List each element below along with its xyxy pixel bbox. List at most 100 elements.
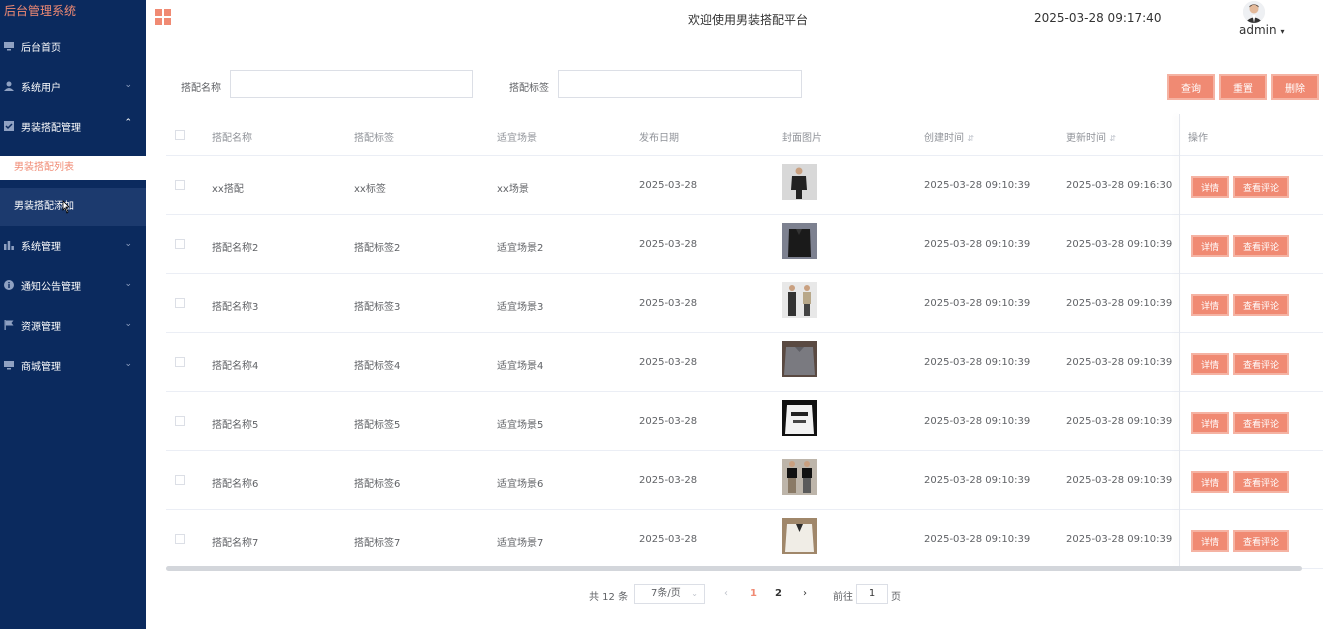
row-checkbox[interactable] <box>175 534 185 544</box>
cell-tag: 搭配标签2 <box>354 243 401 254</box>
submenu-item-outfit-add[interactable]: 男装搭配添加 <box>0 188 146 226</box>
sidebar-item-outfit-management[interactable]: 男装搭配管理 ⌃ <box>0 106 146 146</box>
sidebar-item-mall[interactable]: 商城管理 ⌄ <box>0 345 146 385</box>
detail-button[interactable]: 详情 <box>1191 530 1229 552</box>
cover-image[interactable] <box>782 459 817 495</box>
brand-title: 后台管理系统 <box>4 4 77 18</box>
col-header-cover: 封面图片 <box>782 133 822 144</box>
view-comments-button[interactable]: 查看评论 <box>1233 471 1289 493</box>
flag-icon <box>4 320 14 330</box>
cover-image[interactable] <box>782 282 817 318</box>
fixed-column-divider <box>1179 114 1180 566</box>
sort-icon[interactable]: ⇵ <box>967 134 974 143</box>
row-checkbox[interactable] <box>175 475 185 485</box>
table-row: 搭配名称2 搭配标签2 适宜场景2 2025-03-28 2025-03-28 … <box>166 215 1323 274</box>
tag-filter-label: 搭配标签 <box>509 83 549 94</box>
page-number-1[interactable]: 1 <box>750 588 757 599</box>
table-row: 搭配名称7 搭配标签7 适宜场景7 2025-03-28 2025-03-28 … <box>166 510 1323 569</box>
cover-image[interactable] <box>782 164 817 200</box>
sidebar-item-label: 男装搭配管理 <box>21 122 81 134</box>
sidebar-item-label: 系统管理 <box>21 241 61 253</box>
col-header-scene: 适宜场景 <box>497 133 537 144</box>
detail-button[interactable]: 详情 <box>1191 176 1229 198</box>
row-checkbox[interactable] <box>175 239 185 249</box>
cell-scene: xx场景 <box>497 184 529 195</box>
caret-down-icon: ▾ <box>1280 27 1285 36</box>
chevron-down-icon: ⌄ <box>124 359 132 369</box>
view-comments-button[interactable]: 查看评论 <box>1233 294 1289 316</box>
sidebar-item-notices[interactable]: 通知公告管理 ⌄ <box>0 265 146 305</box>
view-comments-button[interactable]: 查看评论 <box>1233 235 1289 257</box>
cell-name: 搭配名称5 <box>212 420 259 431</box>
cover-image[interactable] <box>782 518 817 554</box>
cell-updated: 2025-03-28 09:16:30 <box>1066 180 1173 191</box>
table-row: 搭配名称4 搭配标签4 适宜场景4 2025-03-28 2025-03-28 … <box>166 333 1323 392</box>
page-size-select[interactable]: 7条/页 ⌄ <box>634 584 705 604</box>
cell-name: 搭配名称2 <box>212 243 259 254</box>
reset-button[interactable]: 重置 <box>1219 74 1267 100</box>
view-comments-button[interactable]: 查看评论 <box>1233 412 1289 434</box>
cell-date: 2025-03-28 <box>639 298 698 309</box>
pagination-total: 共 12 条 <box>589 592 629 603</box>
detail-button[interactable]: 详情 <box>1191 353 1229 375</box>
detail-button[interactable]: 详情 <box>1191 294 1229 316</box>
table-row: 搭配名称3 搭配标签3 适宜场景3 2025-03-28 2025-03-28 … <box>166 274 1323 333</box>
page-number-2[interactable]: 2 <box>775 588 782 599</box>
detail-button[interactable]: 详情 <box>1191 412 1229 434</box>
cell-date: 2025-03-28 <box>639 534 698 545</box>
col-header-date: 发布日期 <box>639 133 679 144</box>
horizontal-scrollbar[interactable] <box>166 566 1302 571</box>
goto-page-input[interactable]: 1 <box>856 584 888 604</box>
cell-updated: 2025-03-28 09:10:39 <box>1066 239 1173 250</box>
submenu-item-outfit-list[interactable]: 男装搭配列表 <box>0 156 146 180</box>
cell-name: 搭配名称6 <box>212 479 259 490</box>
query-button[interactable]: 查询 <box>1167 74 1215 100</box>
cell-created: 2025-03-28 09:10:39 <box>924 416 1031 427</box>
chevron-down-icon: ⌄ <box>124 319 132 329</box>
next-page-icon[interactable]: › <box>803 588 807 599</box>
cover-image[interactable] <box>782 400 817 436</box>
cell-date: 2025-03-28 <box>639 475 698 486</box>
sidebar-item-users[interactable]: 系统用户 ⌄ <box>0 66 146 106</box>
prev-page-icon[interactable]: ‹ <box>724 588 728 599</box>
sidebar: 后台管理系统 后台首页 系统用户 ⌄ 男装搭配管理 ⌃ 男装搭配列表 男装搭配添… <box>0 0 146 629</box>
cell-date: 2025-03-28 <box>639 239 698 250</box>
sidebar-item-label: 系统用户 <box>21 82 61 94</box>
monitor-icon <box>4 42 14 51</box>
row-checkbox[interactable] <box>175 298 185 308</box>
row-checkbox[interactable] <box>175 180 185 190</box>
row-checkbox[interactable] <box>175 416 185 426</box>
tag-filter-input[interactable] <box>558 70 802 98</box>
cell-scene: 适宜场景2 <box>497 243 544 254</box>
delete-button[interactable]: 删除 <box>1271 74 1319 100</box>
sidebar-item-system[interactable]: 系统管理 ⌄ <box>0 225 146 265</box>
cover-image[interactable] <box>782 223 817 259</box>
detail-button[interactable]: 详情 <box>1191 471 1229 493</box>
avatar[interactable] <box>1243 1 1265 23</box>
row-checkbox[interactable] <box>175 357 185 367</box>
cell-updated: 2025-03-28 09:10:39 <box>1066 416 1173 427</box>
chevron-down-icon: ⌄ <box>691 589 698 598</box>
cover-image[interactable] <box>782 341 817 377</box>
mouse-cursor-icon <box>62 200 70 214</box>
table-row: 搭配名称5 搭配标签5 适宜场景5 2025-03-28 2025-03-28 … <box>166 392 1323 451</box>
cell-created: 2025-03-28 09:10:39 <box>924 475 1031 486</box>
name-filter-input[interactable] <box>230 70 473 98</box>
detail-button[interactable]: 详情 <box>1191 235 1229 257</box>
select-all-checkbox[interactable] <box>175 130 185 140</box>
view-comments-button[interactable]: 查看评论 <box>1233 353 1289 375</box>
menu-toggle-icon[interactable] <box>155 9 171 25</box>
view-comments-button[interactable]: 查看评论 <box>1233 530 1289 552</box>
sidebar-item-home[interactable]: 后台首页 <box>0 26 146 66</box>
table-header: 搭配名称 搭配标签 适宜场景 发布日期 封面图片 创建时间 ⇵ 更新时间 ⇵ 操… <box>166 114 1323 156</box>
sidebar-item-resources[interactable]: 资源管理 ⌄ <box>0 305 146 345</box>
col-header-updated[interactable]: 更新时间 ⇵ <box>1066 129 1116 144</box>
cell-created: 2025-03-28 09:10:39 <box>924 180 1031 191</box>
sort-icon[interactable]: ⇵ <box>1109 134 1116 143</box>
col-header-created[interactable]: 创建时间 ⇵ <box>924 129 974 144</box>
cell-updated: 2025-03-28 09:10:39 <box>1066 534 1173 545</box>
user-menu[interactable]: admin ▾ <box>1239 23 1284 37</box>
col-header-actions: 操作 <box>1188 133 1208 144</box>
bar-chart-icon <box>4 241 14 250</box>
view-comments-button[interactable]: 查看评论 <box>1233 176 1289 198</box>
